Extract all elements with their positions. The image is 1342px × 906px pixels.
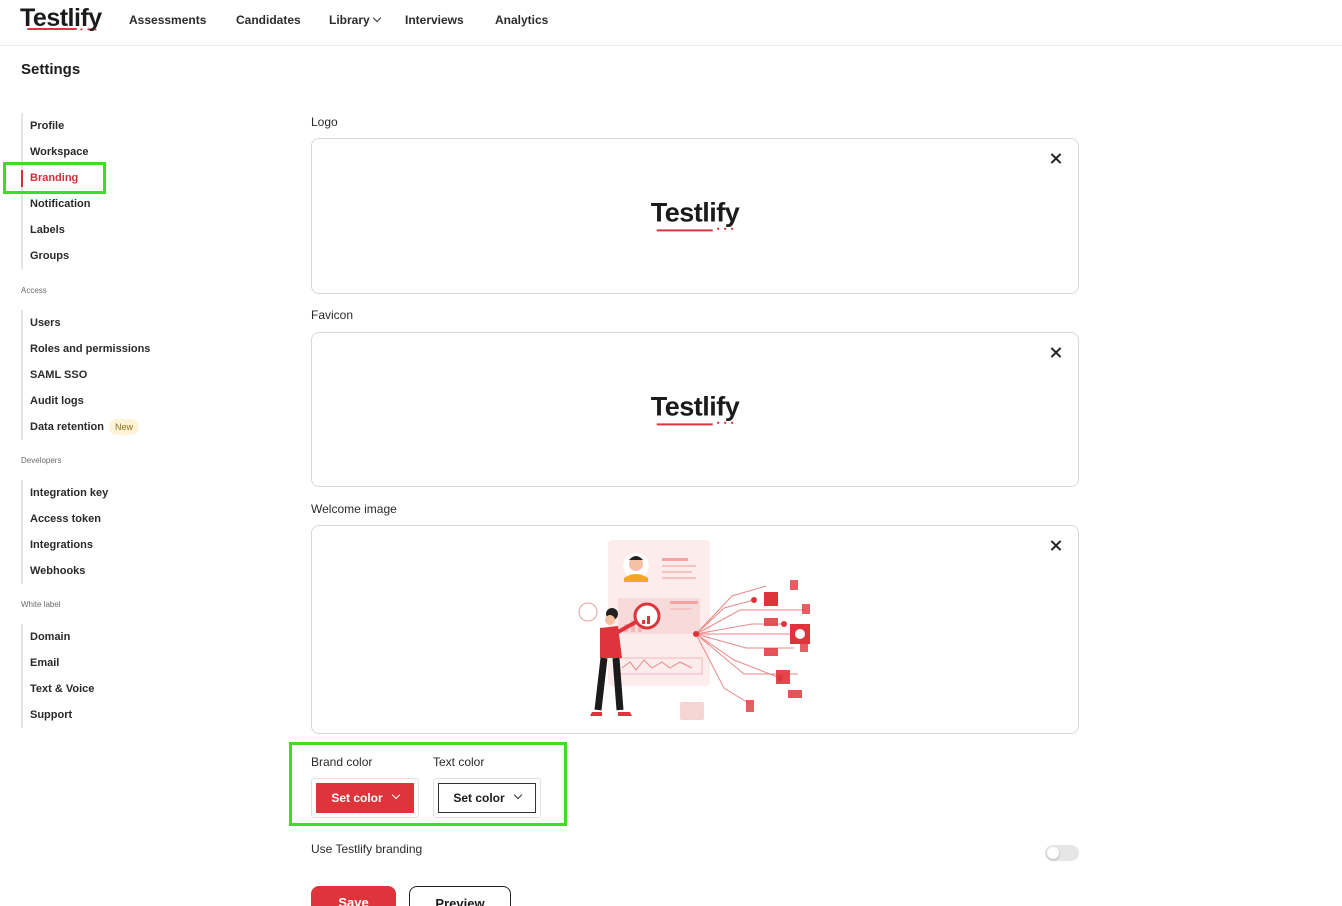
welcome-illustration bbox=[578, 540, 810, 720]
top-navigation: Testlify • • • Assessments Candidates Li… bbox=[0, 0, 1342, 46]
chevron-down-icon bbox=[513, 790, 522, 800]
sidebar-heading-white-label: White label bbox=[21, 600, 61, 609]
logo-preview-underline bbox=[656, 229, 713, 232]
nav-library[interactable]: Library bbox=[329, 13, 381, 27]
nav-analytics[interactable]: Analytics bbox=[495, 13, 548, 27]
text-color-label: Text color bbox=[433, 755, 485, 769]
use-branding-toggle[interactable] bbox=[1045, 845, 1079, 861]
close-icon[interactable] bbox=[1048, 345, 1064, 361]
sidebar-item-roles[interactable]: Roles and permissions bbox=[23, 336, 150, 362]
text-set-color-button[interactable]: Set color bbox=[438, 783, 536, 813]
sidebar-item-groups[interactable]: Groups bbox=[23, 243, 91, 269]
use-branding-label: Use Testlify branding bbox=[311, 842, 423, 856]
brand-set-color-label: Set color bbox=[331, 791, 383, 805]
sidebar-item-integrations[interactable]: Integrations bbox=[23, 532, 108, 558]
sidebar-item-audit-logs[interactable]: Audit logs bbox=[23, 388, 150, 414]
sidebar-item-users[interactable]: Users bbox=[23, 310, 150, 336]
text-color-picker: Set color bbox=[433, 778, 541, 818]
chevron-down-icon bbox=[372, 13, 381, 23]
sidebar-item-data-retention[interactable]: Data retention New bbox=[23, 414, 150, 440]
nav-assessments[interactable]: Assessments bbox=[129, 13, 206, 27]
sidebar-item-email[interactable]: Email bbox=[23, 650, 94, 676]
favicon-preview-dots: • • • bbox=[716, 417, 735, 427]
logo-preview: Testlify • • • bbox=[650, 197, 740, 233]
preview-button[interactable]: Preview bbox=[409, 886, 511, 906]
sidebar-developers-group: Integration key Access token Integration… bbox=[21, 480, 108, 584]
sidebar-item-support[interactable]: Support bbox=[23, 702, 94, 728]
sidebar-access-group: Users Roles and permissions SAML SSO Aud… bbox=[21, 310, 150, 440]
logo-dots: • • • bbox=[80, 25, 98, 34]
nav-candidates[interactable]: Candidates bbox=[236, 13, 301, 27]
favicon-upload-box[interactable]: Testlify • • • bbox=[311, 332, 1079, 487]
logo-preview-text: Testlify bbox=[650, 197, 740, 228]
sidebar-item-domain[interactable]: Domain bbox=[23, 624, 94, 650]
new-badge: New bbox=[108, 419, 139, 435]
sidebar-item-webhooks[interactable]: Webhooks bbox=[23, 558, 108, 584]
sidebar-item-access-token[interactable]: Access token bbox=[23, 506, 108, 532]
page-title: Settings bbox=[21, 61, 81, 78]
favicon-preview-text: Testlify bbox=[650, 390, 740, 421]
brand-color-picker: Set color bbox=[311, 778, 419, 818]
logo-preview-dots: • • • bbox=[716, 224, 735, 234]
sidebar-white-label-group: Domain Email Text & Voice Support bbox=[21, 624, 94, 728]
sidebar-heading-access: Access bbox=[21, 286, 47, 295]
close-icon[interactable] bbox=[1048, 151, 1064, 167]
sidebar-item-notification[interactable]: Notification bbox=[23, 191, 91, 217]
sidebar-item-saml-sso[interactable]: SAML SSO bbox=[23, 362, 150, 388]
favicon-preview-underline bbox=[656, 422, 713, 425]
sidebar-item-data-retention-label: Data retention bbox=[30, 421, 104, 433]
sidebar-item-labels[interactable]: Labels bbox=[23, 217, 91, 243]
logo-underline bbox=[27, 28, 77, 30]
sidebar-item-profile[interactable]: Profile bbox=[23, 113, 91, 139]
chevron-down-icon bbox=[391, 790, 400, 800]
save-button[interactable]: Save bbox=[311, 886, 396, 906]
sidebar-heading-developers: Developers bbox=[21, 456, 62, 465]
brand-set-color-button[interactable]: Set color bbox=[316, 783, 414, 813]
sidebar-item-integration-key[interactable]: Integration key bbox=[23, 480, 108, 506]
sidebar-item-text-voice[interactable]: Text & Voice bbox=[23, 676, 94, 702]
nav-library-label: Library bbox=[329, 13, 370, 27]
favicon-label: Favicon bbox=[311, 308, 354, 322]
welcome-image-label: Welcome image bbox=[311, 502, 397, 516]
brand-color-label: Brand color bbox=[311, 755, 373, 769]
text-set-color-label: Set color bbox=[453, 791, 505, 805]
close-icon[interactable] bbox=[1048, 538, 1064, 554]
nav-interviews[interactable]: Interviews bbox=[405, 13, 464, 27]
favicon-preview: Testlify • • • bbox=[650, 390, 740, 427]
welcome-image-upload-box[interactable] bbox=[311, 525, 1079, 734]
logo-label: Logo bbox=[311, 115, 338, 129]
sidebar-item-branding[interactable]: Branding bbox=[21, 165, 91, 191]
sidebar-general-group: Profile Workspace Branding Notification … bbox=[21, 113, 91, 269]
sidebar-item-workspace[interactable]: Workspace bbox=[23, 139, 91, 165]
logo-upload-box[interactable]: Testlify • • • bbox=[311, 138, 1079, 294]
